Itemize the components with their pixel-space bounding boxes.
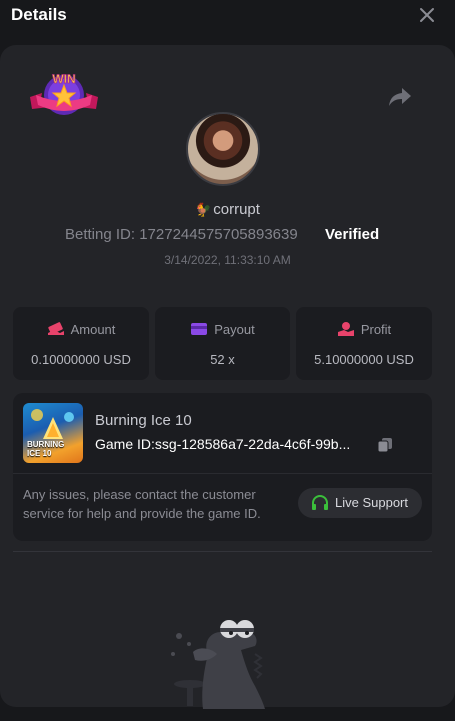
profit-icon	[337, 322, 354, 336]
betting-row: Betting ID: 1727244575705893639 Verified	[0, 226, 455, 246]
profit-label: Profit	[360, 322, 392, 337]
amount-label: Amount	[70, 322, 116, 337]
username: 🐓 corrupt	[0, 201, 455, 218]
payout-label: Payout	[214, 322, 255, 337]
share-icon[interactable]	[388, 86, 412, 108]
avatar	[186, 112, 260, 186]
game-name: Burning Ice 10	[95, 412, 192, 429]
details-header: Details	[0, 0, 455, 34]
betting-id: Betting ID: 1727244575705893639	[65, 226, 298, 243]
game-card: BURNING ICE 10 Burning Ice 10 Game ID:ss…	[13, 393, 432, 541]
amount-card: Amount 0.10000000 USD	[13, 307, 149, 380]
amount-value: 0.10000000 USD	[31, 352, 131, 367]
amount-icon	[47, 322, 64, 335]
game-thumbnail[interactable]: BURNING ICE 10	[23, 403, 83, 463]
page-title: Details	[11, 5, 67, 24]
live-support-label: Live Support	[335, 495, 408, 510]
verified-badge: Verified	[325, 226, 380, 243]
payout-icon	[191, 323, 208, 335]
live-support-button[interactable]: Live Support	[298, 488, 422, 518]
username-text: corrupt	[213, 201, 260, 218]
headset-icon	[312, 495, 328, 510]
payout-card: Payout 52 x	[155, 307, 290, 380]
payout-value: 52 x	[210, 352, 235, 367]
copy-icon[interactable]	[377, 437, 393, 453]
bet-datetime: 3/14/2022, 11:33:10 AM	[164, 253, 291, 267]
support-message: Any issues, please contact the customer …	[23, 487, 261, 521]
thumb-text-2: ICE 10	[27, 449, 52, 458]
section-divider	[13, 551, 432, 552]
game-id: Game ID:ssg-128586a7-22da-4c6f-99b...	[95, 436, 351, 452]
crocodile-mascot-icon	[171, 620, 265, 709]
rooster-icon: 🐓	[195, 202, 212, 217]
profit-value: 5.10000000 USD	[314, 352, 414, 367]
game-card-divider	[13, 473, 432, 474]
close-icon[interactable]	[418, 6, 436, 24]
profit-card: Profit 5.10000000 USD	[296, 307, 432, 380]
win-badge-text: WIN	[52, 72, 75, 86]
thumb-text-1: BURNING	[27, 440, 65, 449]
win-badge-icon: WIN	[30, 72, 98, 115]
